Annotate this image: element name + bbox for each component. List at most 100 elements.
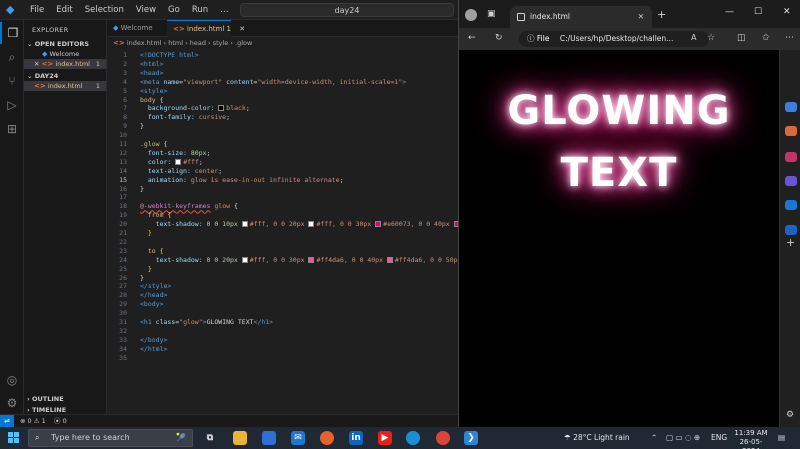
read-aloud-icon[interactable]: A <box>691 33 696 42</box>
command-center-search[interactable]: day24 <box>240 3 454 17</box>
tools-icon[interactable] <box>785 152 797 162</box>
code-line[interactable]: text-shadow: 0 0 20px #fff, 0 0 30px #ff… <box>140 256 460 265</box>
remote-indicator-icon[interactable]: ⇌ <box>0 415 14 427</box>
extensions-icon[interactable]: ⊞ <box>0 118 24 140</box>
code-line[interactable]: font-family: cursive; <box>140 113 230 122</box>
run-debug-icon[interactable]: ▷ <box>0 94 24 116</box>
code-line[interactable]: color: #fff; <box>140 158 203 167</box>
breadcrumb-selector[interactable]: .glow <box>235 39 252 47</box>
microsoft-store-icon[interactable] <box>262 431 276 445</box>
color-swatch-icon[interactable] <box>386 256 393 263</box>
tab-close-icon[interactable]: ✕ <box>638 6 644 28</box>
color-swatch-icon[interactable] <box>241 221 248 228</box>
taskbar-search-input[interactable]: ⌕ Type here to search 🎾 <box>28 429 193 447</box>
tab-close-icon[interactable]: ✕ <box>239 25 245 33</box>
menu-go[interactable]: Go <box>162 5 186 15</box>
breadcrumb-html[interactable]: html <box>168 39 183 47</box>
outline-header[interactable]: › OUTLINE <box>27 395 64 403</box>
notification-icon[interactable]: ▤ <box>778 427 785 449</box>
color-swatch-icon[interactable] <box>218 105 225 112</box>
code-line[interactable]: animation: glow 1s ease-in-out infinite … <box>140 176 344 185</box>
search-icon[interactable]: ⌕ <box>0 46 24 68</box>
open-editors-header[interactable]: ⌄ OPEN EDITORS <box>27 40 89 48</box>
code-line[interactable]: font-size: 80px; <box>140 149 211 158</box>
code-line[interactable]: <meta name="viewport" content="width=dev… <box>140 78 406 87</box>
settings-gear-icon[interactable]: ⚙ <box>0 392 24 414</box>
search-sidebar-icon[interactable] <box>785 102 797 112</box>
minimize-icon[interactable]: — <box>725 7 734 17</box>
tray-chevron-icon[interactable]: ⌃ <box>651 427 657 449</box>
url-input[interactable]: ⓘ File C:/Users/hp/Desktop/challen... <box>519 31 709 47</box>
status-ports[interactable]: ⦿ 0 <box>54 415 67 427</box>
menu-selection[interactable]: Selection <box>79 5 130 15</box>
refresh-icon[interactable]: ↻ <box>495 33 503 43</box>
add-sidebar-app-icon[interactable]: + <box>786 236 795 249</box>
back-arrow-icon[interactable]: ← <box>468 33 476 43</box>
code-line[interactable]: from { <box>140 211 172 220</box>
color-swatch-icon[interactable] <box>308 221 315 228</box>
mail-icon[interactable]: ✉ <box>291 431 305 445</box>
edge-icon[interactable] <box>406 431 420 445</box>
menu-edit[interactable]: Edit <box>50 5 78 15</box>
code-line[interactable]: </body> <box>140 336 167 345</box>
tab-welcome[interactable]: ◆ Welcome <box>107 20 165 37</box>
youtube-icon[interactable]: ▶ <box>378 431 392 445</box>
open-editor-welcome[interactable]: ◆ Welcome <box>24 49 106 59</box>
color-swatch-icon[interactable] <box>308 256 315 263</box>
breadcrumb-head[interactable]: head <box>190 39 206 47</box>
code-line[interactable]: <html> <box>140 60 163 69</box>
breadcrumb-file[interactable]: index.html <box>127 39 162 47</box>
favorites-icon[interactable]: ✩ <box>762 33 770 43</box>
color-swatch-icon[interactable] <box>175 158 182 165</box>
status-problems[interactable]: ⊗ 0 ⚠ 1 <box>20 415 46 427</box>
close-icon[interactable]: ✕ <box>34 60 42 68</box>
linkedin-icon[interactable]: in <box>349 431 363 445</box>
color-swatch-icon[interactable] <box>375 221 382 228</box>
code-line[interactable]: <!DOCTYPE html> <box>140 51 199 60</box>
new-tab-icon[interactable]: + <box>657 8 666 21</box>
shopping-icon[interactable] <box>785 126 797 136</box>
code-line[interactable]: text-shadow: 0 0 10px #fff, 0 0 20px #ff… <box>140 220 460 229</box>
profile-avatar[interactable] <box>465 9 477 21</box>
maximize-icon[interactable]: ☐ <box>754 7 762 17</box>
code-line[interactable]: } <box>140 274 144 283</box>
code-line[interactable]: } <box>140 122 144 131</box>
code-line[interactable]: } <box>140 185 144 194</box>
code-editor[interactable]: 1 <!DOCTYPE html> 2 <html> 3 <head> 4 <meta nam… <box>107 49 460 414</box>
color-swatch-icon[interactable] <box>241 256 248 263</box>
clock[interactable]: 11:39 AM 26-05-2024 <box>731 429 771 449</box>
timeline-header[interactable]: › TIMELINE <box>27 406 66 414</box>
task-view-icon[interactable]: ⧉ <box>203 431 217 445</box>
code-line[interactable]: @-webkit-keyframes glow { <box>140 202 238 211</box>
code-line[interactable]: } <box>140 229 152 238</box>
code-line[interactable]: to { <box>140 247 164 256</box>
menu-run[interactable]: Run <box>186 5 214 15</box>
code-line[interactable]: <head> <box>140 69 163 78</box>
menu-view[interactable]: View <box>130 5 162 15</box>
code-line[interactable]: <h1 class="glow">GLOWING TEXT</h1> <box>140 318 273 327</box>
code-line[interactable]: background-color: black; <box>140 104 250 113</box>
file-explorer-icon[interactable] <box>233 431 247 445</box>
menu-file[interactable]: File <box>24 5 50 15</box>
window-close-icon[interactable]: ✕ <box>783 7 791 17</box>
breadcrumb-style[interactable]: style <box>213 39 229 47</box>
folder-file-index[interactable]: <> index.html 1 <box>24 81 106 91</box>
code-line[interactable]: </html> <box>140 345 167 354</box>
menu-more[interactable]: … <box>214 5 235 15</box>
games-icon[interactable] <box>785 176 797 186</box>
outlook-icon[interactable] <box>785 200 797 210</box>
firefox-icon[interactable] <box>320 431 334 445</box>
language-indicator[interactable]: ENG <box>711 427 727 449</box>
chrome-icon[interactable] <box>436 431 450 445</box>
code-line[interactable]: <body> <box>140 300 163 309</box>
split-screen-icon[interactable]: ◫ <box>737 33 746 43</box>
vscode-taskbar-icon[interactable]: ❯ <box>464 431 478 445</box>
folder-header[interactable]: ⌄ DAY24 <box>27 72 58 80</box>
code-line[interactable]: <style> <box>140 87 167 96</box>
tab-index-html[interactable]: <> index.html 1 ✕ <box>167 20 245 37</box>
favorite-star-icon[interactable]: ☆ <box>707 33 715 43</box>
tray-icons[interactable]: ▢ ▭ ◌ ⊕ <box>666 427 700 449</box>
explorer-files-icon[interactable]: ❐ <box>0 22 24 44</box>
open-editor-index[interactable]: ✕ <> index.html 1 <box>24 59 106 69</box>
info-icon[interactable]: ⓘ <box>527 34 535 43</box>
